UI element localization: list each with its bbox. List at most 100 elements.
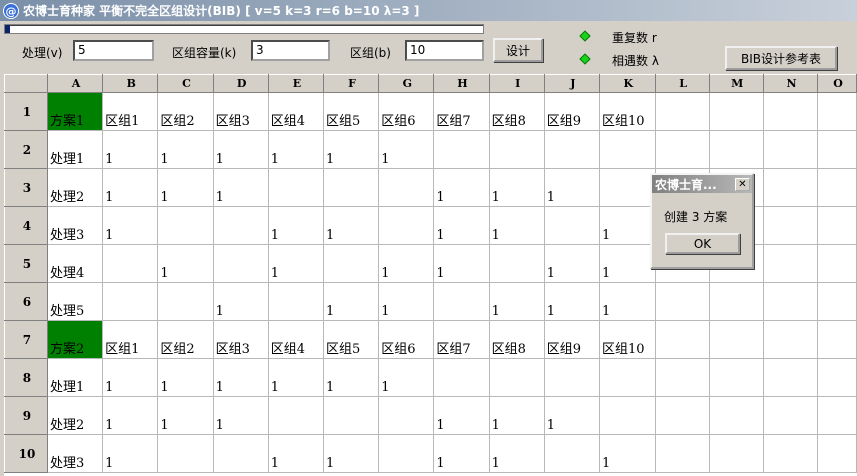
cell[interactable]: 区组1: [102, 320, 159, 359]
column-header-d[interactable]: D: [212, 74, 269, 93]
cell[interactable]: 1: [267, 206, 324, 245]
cell[interactable]: 1: [543, 168, 601, 207]
cell[interactable]: [654, 282, 710, 321]
cell[interactable]: [654, 92, 710, 131]
cell[interactable]: [762, 206, 819, 245]
cell[interactable]: 1: [599, 282, 656, 321]
cell[interactable]: [654, 320, 710, 359]
cell[interactable]: [654, 130, 710, 169]
cell[interactable]: 区组7: [433, 320, 490, 359]
row-header[interactable]: 7: [4, 320, 48, 359]
cell[interactable]: 区组10: [599, 320, 656, 359]
cell[interactable]: 处理1: [46, 130, 104, 169]
cell[interactable]: 1: [488, 434, 545, 473]
ok-button[interactable]: OK: [665, 233, 740, 254]
cell[interactable]: 方案2: [46, 320, 104, 359]
row-header[interactable]: 9: [4, 396, 48, 435]
cell[interactable]: [817, 92, 857, 131]
cell[interactable]: [762, 168, 819, 207]
cell[interactable]: 处理3: [46, 434, 104, 473]
cell[interactable]: 1: [322, 282, 380, 321]
cell[interactable]: 1: [157, 130, 214, 169]
column-header-g[interactable]: G: [378, 74, 435, 93]
cell[interactable]: 1: [599, 434, 656, 473]
cell[interactable]: [488, 244, 545, 283]
cell[interactable]: 1: [102, 206, 159, 245]
cell[interactable]: [762, 396, 819, 435]
cell[interactable]: 区组4: [267, 320, 324, 359]
column-header-a[interactable]: A: [46, 74, 104, 93]
cell[interactable]: 1: [488, 168, 545, 207]
cell[interactable]: 1: [488, 282, 545, 321]
cell[interactable]: 1: [599, 244, 656, 283]
cell[interactable]: [378, 206, 435, 245]
cell[interactable]: 1: [212, 168, 269, 207]
cell[interactable]: [762, 320, 819, 359]
cell[interactable]: 区组5: [322, 320, 380, 359]
spreadsheet-grid[interactable]: ABCDEFGHIJKLMNO 1 方案1 区组1 区组2 区组3 区组4 区组5 区组6 区组…: [4, 74, 857, 473]
cell[interactable]: 1: [212, 358, 269, 397]
cell[interactable]: 处理2: [46, 396, 104, 435]
cell[interactable]: 1: [543, 396, 601, 435]
cell[interactable]: 1: [212, 282, 269, 321]
cell[interactable]: [708, 92, 764, 131]
cell[interactable]: 1: [378, 130, 435, 169]
row-header[interactable]: 5: [4, 244, 48, 283]
cell[interactable]: 处理5: [46, 282, 104, 321]
cell[interactable]: [543, 434, 601, 473]
cell[interactable]: [267, 282, 324, 321]
row-header[interactable]: 1: [4, 92, 48, 131]
cell[interactable]: [817, 130, 857, 169]
cell[interactable]: [157, 282, 214, 321]
cell[interactable]: 1: [157, 358, 214, 397]
cell[interactable]: [708, 320, 764, 359]
design-button[interactable]: 设计: [493, 38, 543, 62]
cell[interactable]: [762, 92, 819, 131]
cell[interactable]: [654, 358, 710, 397]
cell[interactable]: [817, 434, 857, 473]
cell[interactable]: 1: [322, 358, 380, 397]
cell[interactable]: 区组2: [157, 92, 214, 131]
cell[interactable]: [817, 396, 857, 435]
row-header[interactable]: 8: [4, 358, 48, 397]
cell[interactable]: 区组5: [322, 92, 380, 131]
cell[interactable]: 1: [212, 396, 269, 435]
cell[interactable]: [654, 396, 710, 435]
cell[interactable]: 1: [488, 396, 545, 435]
cell[interactable]: 区组10: [599, 92, 656, 131]
cell[interactable]: 1: [378, 358, 435, 397]
cell[interactable]: 1: [488, 206, 545, 245]
cell[interactable]: 区组8: [488, 92, 545, 131]
cell[interactable]: 区组4: [267, 92, 324, 131]
blocks-input[interactable]: 10: [405, 40, 484, 61]
cell[interactable]: [817, 358, 857, 397]
cell[interactable]: [322, 396, 380, 435]
cell[interactable]: 1: [543, 244, 601, 283]
cell[interactable]: 区组6: [378, 92, 435, 131]
cell[interactable]: 区组6: [378, 320, 435, 359]
row-header[interactable]: 10: [4, 434, 48, 473]
cell[interactable]: [157, 434, 214, 473]
cell[interactable]: 处理3: [46, 206, 104, 245]
cell[interactable]: 1: [102, 434, 159, 473]
cell[interactable]: [817, 206, 857, 245]
cell[interactable]: 1: [322, 130, 380, 169]
cell[interactable]: 1: [322, 434, 380, 473]
cell[interactable]: [433, 130, 490, 169]
cell[interactable]: 1: [433, 396, 490, 435]
row-header[interactable]: 2: [4, 130, 48, 169]
column-header-o[interactable]: O: [817, 74, 857, 93]
cell[interactable]: 1: [267, 434, 324, 473]
cell[interactable]: 1: [157, 168, 214, 207]
cell[interactable]: [212, 434, 269, 473]
column-header-b[interactable]: B: [102, 74, 159, 93]
column-header-i[interactable]: I: [488, 74, 545, 93]
cell[interactable]: [817, 168, 857, 207]
cell[interactable]: 处理2: [46, 168, 104, 207]
sheet-corner[interactable]: [4, 74, 48, 93]
cell[interactable]: 1: [378, 244, 435, 283]
cell[interactable]: 区组8: [488, 320, 545, 359]
column-header-f[interactable]: F: [322, 74, 380, 93]
cell[interactable]: [543, 206, 601, 245]
cell[interactable]: [762, 358, 819, 397]
